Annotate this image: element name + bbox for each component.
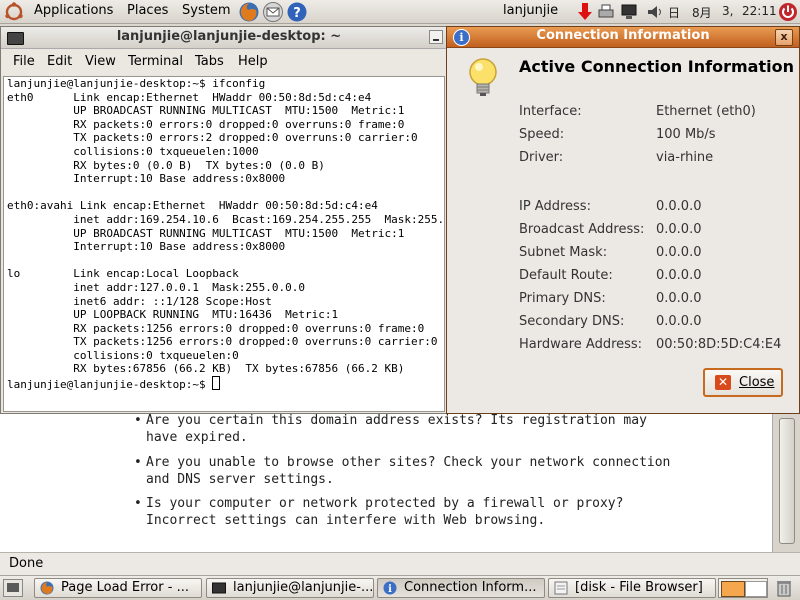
error-page: • Are you certain this domain address ex… xyxy=(134,413,671,528)
clock-time[interactable]: 22:11 xyxy=(742,4,777,18)
default-route-label: Default Route: xyxy=(519,268,613,283)
clock-month[interactable]: 8月 xyxy=(692,4,712,21)
minimize-icon xyxy=(433,39,439,41)
power-icon[interactable] xyxy=(778,2,798,22)
workspace-2[interactable] xyxy=(745,581,767,597)
status-text: Done xyxy=(9,556,44,571)
menu-help[interactable]: Help xyxy=(238,54,268,69)
minimize-button[interactable] xyxy=(429,30,443,44)
menu-file[interactable]: File xyxy=(13,54,35,69)
dialog-close-button[interactable]: x xyxy=(775,29,793,46)
terminal-text: lanjunjie@lanjunjie-desktop:~$ ifconfig … xyxy=(7,77,445,376)
terminal-prompt-line[interactable]: lanjunjie@lanjunjie-desktop:~$ xyxy=(4,376,444,392)
task-label: Connection Inform... xyxy=(404,580,537,595)
default-route-value: 0.0.0.0 xyxy=(656,268,702,283)
network-monitor-icon[interactable] xyxy=(620,4,638,20)
broadcast-address-value: 0.0.0.0 xyxy=(656,222,702,237)
browser-status-bar: Done xyxy=(0,552,800,575)
task-file-browser[interactable]: [disk - File Browser] xyxy=(548,578,716,598)
browser-scrollbar[interactable] xyxy=(772,412,800,552)
terminal-output[interactable]: lanjunjie@lanjunjie-desktop:~$ ifconfig … xyxy=(3,76,445,412)
workspace-switcher[interactable] xyxy=(718,578,768,598)
svg-text:?: ? xyxy=(293,6,301,21)
terminal-icon[interactable] xyxy=(7,32,24,45)
svg-text:i: i xyxy=(388,584,392,595)
driver-value: via-rhine xyxy=(656,150,714,165)
menu-tabs[interactable]: Tabs xyxy=(195,54,224,69)
help-launcher-icon[interactable]: ? xyxy=(286,1,308,23)
task-label: lanjunjie@lanjunjie-... xyxy=(233,580,374,595)
user-name[interactable]: lanjunjie xyxy=(503,3,558,18)
close-button[interactable]: ✕ Close xyxy=(703,368,783,397)
show-desktop-button[interactable] xyxy=(3,579,23,597)
close-icon: x xyxy=(780,30,788,43)
task-label: [disk - File Browser] xyxy=(575,580,703,595)
terminal-icon xyxy=(212,582,226,594)
menu-view[interactable]: View xyxy=(85,54,116,69)
text-cursor xyxy=(212,376,221,391)
hardware-address-label: Hardware Address: xyxy=(519,337,643,352)
menu-terminal[interactable]: Terminal xyxy=(128,54,183,69)
printer-icon[interactable] xyxy=(597,4,615,20)
subnet-mask-value: 0.0.0.0 xyxy=(656,245,702,260)
firefox-launcher-icon[interactable] xyxy=(238,1,260,23)
secondary-dns-value: 0.0.0.0 xyxy=(656,314,702,329)
trash-icon[interactable] xyxy=(774,578,794,598)
menu-places[interactable]: Places xyxy=(127,3,168,18)
update-notifier-icon[interactable] xyxy=(575,2,595,22)
dialog-heading: Active Connection Information xyxy=(519,57,794,76)
close-button-label: Close xyxy=(739,375,775,390)
show-desktop-icon xyxy=(7,583,19,592)
terminal-window: lanjunjie@lanjunjie-desktop: ~ File Edit… xyxy=(0,26,448,414)
primary-dns-label: Primary DNS: xyxy=(519,291,606,306)
menu-edit[interactable]: Edit xyxy=(47,54,72,69)
close-icon: ✕ xyxy=(715,375,731,390)
workspace-1[interactable] xyxy=(721,581,745,597)
subnet-mask-label: Subnet Mask: xyxy=(519,245,608,260)
dialog-title: Connection Information xyxy=(536,28,710,43)
bottom-panel: Page Load Error - ... lanjunjie@lanjunji… xyxy=(0,575,800,600)
broadcast-address-label: Broadcast Address: xyxy=(519,222,645,237)
speed-value: 100 Mb/s xyxy=(656,127,716,142)
clock-date[interactable]: 3, xyxy=(722,4,733,18)
terminal-titlebar[interactable]: lanjunjie@lanjunjie-desktop: ~ xyxy=(1,27,447,49)
interface-label: Interface: xyxy=(519,104,582,119)
task-label: Page Load Error - ... xyxy=(61,580,189,595)
file-browser-icon xyxy=(554,581,568,595)
scrollbar-thumb[interactable] xyxy=(779,418,795,544)
terminal-title: lanjunjie@lanjunjie-desktop: ~ xyxy=(116,29,342,44)
top-panel: Applications Places System ? lanjunjie 日… xyxy=(0,0,800,24)
secondary-dns-label: Secondary DNS: xyxy=(519,314,625,329)
connection-info-dialog: i Connection Information x Active Connec… xyxy=(446,26,800,414)
terminal-prompt: lanjunjie@lanjunjie-desktop:~$ xyxy=(7,378,213,392)
menu-system[interactable]: System xyxy=(182,3,230,18)
task-terminal[interactable]: lanjunjie@lanjunjie-... xyxy=(206,578,374,598)
task-connection-information[interactable]: i Connection Inform... xyxy=(377,578,545,598)
task-page-load-error[interactable]: Page Load Error - ... xyxy=(34,578,202,598)
mail-launcher-icon[interactable] xyxy=(262,1,284,23)
primary-dns-value: 0.0.0.0 xyxy=(656,291,702,306)
interface-value: Ethernet (eth0) xyxy=(656,104,756,119)
firefox-icon xyxy=(40,581,54,595)
volume-icon[interactable] xyxy=(646,4,664,20)
lightbulb-icon xyxy=(469,58,497,96)
ip-address-value: 0.0.0.0 xyxy=(656,199,702,214)
dialog-titlebar[interactable]: i Connection Information x xyxy=(447,27,799,48)
info-icon: i xyxy=(383,581,397,595)
clock-day[interactable]: 日 xyxy=(668,4,680,21)
browser-content-area: • Are you certain this domain address ex… xyxy=(0,412,800,575)
driver-label: Driver: xyxy=(519,150,564,165)
ubuntu-logo-icon[interactable] xyxy=(4,2,24,22)
ip-address-label: IP Address: xyxy=(519,199,591,214)
menu-applications[interactable]: Applications xyxy=(34,3,113,18)
speed-label: Speed: xyxy=(519,127,565,142)
hardware-address-value: 00:50:8D:5D:C4:E4 xyxy=(656,337,782,352)
terminal-menubar: File Edit View Terminal Tabs Help xyxy=(1,49,447,75)
